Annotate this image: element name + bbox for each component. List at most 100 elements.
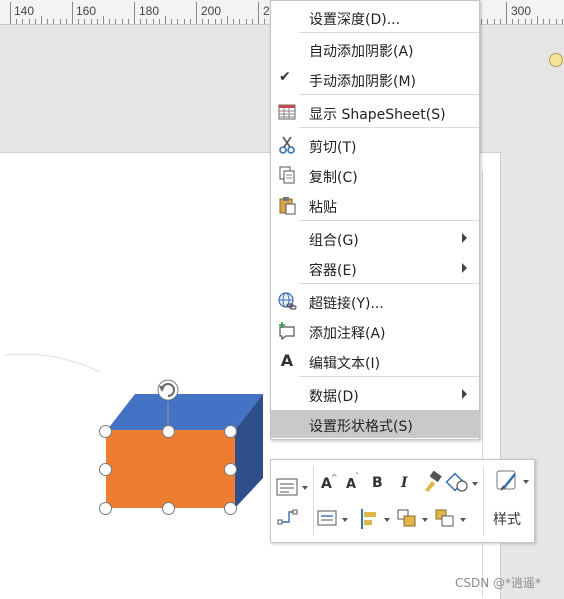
- menu-item-show-shapesheet[interactable]: 显示 ShapeSheet(S): [271, 98, 479, 126]
- hyperlink-icon: [278, 292, 297, 310]
- chevron-down-icon[interactable]: [422, 518, 428, 522]
- ruler-label-140: 140: [14, 4, 35, 18]
- ruler-tick: [158, 19, 160, 24]
- ruler-tick: [177, 19, 179, 24]
- selection-handle-bottom-left[interactable]: [99, 502, 112, 515]
- chevron-down-icon[interactable]: [472, 482, 478, 486]
- ruler-tick: [171, 19, 173, 24]
- menu-item-data[interactable]: 数据(D): [271, 380, 479, 408]
- selection-handle-top-center[interactable]: [162, 425, 175, 438]
- ruler-tick: [233, 19, 235, 24]
- menu-item-copy[interactable]: 复制(C): [271, 161, 479, 189]
- menu-item-hyperlink[interactable]: 超链接(Y)...: [271, 287, 479, 315]
- ruler-tick: [481, 19, 483, 24]
- comment-icon: [279, 322, 295, 341]
- menu-item-set-depth[interactable]: 设置深度(D)...: [271, 3, 479, 31]
- menu-item-group[interactable]: 组合(G): [271, 224, 479, 252]
- shapesheet-icon: [278, 104, 296, 120]
- ruler-tick: [121, 19, 123, 24]
- watermark: CSDN @*逍遥*: [455, 576, 542, 590]
- ruler-tick: [134, 2, 135, 24]
- ruler-tick: [258, 2, 259, 24]
- selection-handle-bottom-right[interactable]: [224, 502, 237, 515]
- ruler-tick: [183, 19, 185, 24]
- guide-point[interactable]: [549, 53, 563, 67]
- ruler-tick: [22, 19, 24, 24]
- ruler-tick: [109, 19, 111, 24]
- ruler-label-180: 180: [139, 4, 160, 18]
- selection-handle-top-left[interactable]: [99, 425, 112, 438]
- style-label[interactable]: 样式: [493, 509, 521, 529]
- shape-style-icon[interactable]: [445, 470, 471, 496]
- ruler-tick: [227, 16, 228, 24]
- ruler-tick: [518, 19, 520, 24]
- connector-icon[interactable]: [275, 504, 301, 530]
- text-block-icon[interactable]: [275, 474, 301, 500]
- bring-to-front-icon[interactable]: [395, 506, 421, 532]
- ruler-tick: [146, 19, 148, 24]
- ruler-tick: [152, 19, 154, 24]
- menu-item-cut[interactable]: 剪切(T): [271, 131, 479, 159]
- mini-toolbar: A ^ A ˇ B I 样式: [270, 459, 535, 543]
- faint-connector-line: [4, 353, 101, 373]
- ruler-label-160: 160: [76, 4, 97, 18]
- context-menu: 设置深度(D)... 自动添加阴影(A) ✔ 手动添加阴影(M) 显示 Shap…: [270, 0, 480, 440]
- send-to-back-icon[interactable]: [433, 506, 459, 532]
- ruler-label-300: 300: [511, 4, 532, 18]
- chevron-down-icon[interactable]: [302, 486, 308, 490]
- menu-item-add-comment[interactable]: 添加注释(A): [271, 317, 479, 345]
- ruler-tick: [96, 19, 98, 24]
- ruler-tick: [16, 19, 18, 24]
- format-painter-icon[interactable]: [419, 470, 445, 496]
- ruler-tick: [90, 19, 92, 24]
- paragraph-align-icon[interactable]: [315, 506, 341, 532]
- menu-item-manual-shadow[interactable]: ✔ 手动添加阴影(M): [271, 65, 479, 93]
- ruler-tick: [208, 19, 210, 24]
- chevron-down-icon[interactable]: [460, 518, 466, 522]
- chevron-down-icon[interactable]: [342, 518, 348, 522]
- ruler-tick: [103, 16, 104, 24]
- ruler-tick: [53, 19, 55, 24]
- checkmark-icon: ✔: [279, 69, 291, 85]
- submenu-arrow-icon: [462, 389, 467, 399]
- ruler-tick: [251, 19, 253, 24]
- menu-item-edit-text[interactable]: A 编辑文本(I): [271, 347, 479, 375]
- toolbar-separator: [313, 466, 314, 536]
- menu-separator: [299, 127, 479, 128]
- ruler-tick: [555, 19, 557, 24]
- menu-item-format-shape[interactable]: 设置形状格式(S): [271, 410, 479, 438]
- style-gallery-icon[interactable]: [495, 468, 521, 494]
- ruler-tick: [561, 19, 563, 24]
- chevron-down-icon[interactable]: [523, 480, 529, 484]
- chevron-down-icon[interactable]: [384, 518, 390, 522]
- ruler-tick: [264, 19, 266, 24]
- 3d-box-shape[interactable]: [95, 372, 275, 522]
- align-shapes-icon[interactable]: [357, 506, 383, 532]
- ruler-tick: [506, 2, 507, 24]
- ruler-tick: [214, 19, 216, 24]
- ruler-tick: [245, 19, 247, 24]
- bold-button[interactable]: B: [372, 475, 383, 491]
- caret-down-icon: ˇ: [355, 472, 359, 481]
- selection-handle-middle-left[interactable]: [99, 463, 112, 476]
- selection-handle-bottom-center[interactable]: [162, 502, 175, 515]
- italic-button[interactable]: I: [401, 475, 408, 491]
- menu-item-auto-shadow[interactable]: 自动添加阴影(A): [271, 35, 479, 63]
- ruler-tick: [196, 2, 197, 24]
- ruler-tick: [499, 19, 501, 24]
- ruler-tick: [41, 16, 42, 24]
- menu-separator: [299, 376, 479, 377]
- box-front-face: [106, 430, 235, 508]
- ruler-tick: [549, 19, 551, 24]
- selection-handle-middle-right[interactable]: [224, 463, 237, 476]
- scissors-icon: [279, 136, 295, 154]
- ruler-tick: [487, 19, 489, 24]
- ruler-tick: [493, 19, 495, 24]
- ruler-tick: [165, 16, 166, 24]
- ruler-tick: [34, 19, 36, 24]
- menu-item-container[interactable]: 容器(E): [271, 254, 479, 282]
- ruler-label-200: 200: [201, 4, 222, 18]
- selection-handle-top-right[interactable]: [224, 425, 237, 438]
- menu-item-paste[interactable]: 粘贴: [271, 191, 479, 219]
- menu-separator: [299, 32, 479, 33]
